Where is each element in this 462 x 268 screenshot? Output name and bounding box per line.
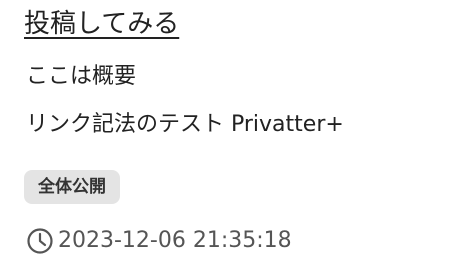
- post-title-link[interactable]: 投稿してみる: [24, 4, 179, 44]
- visibility-badge: 全体公開: [24, 170, 120, 204]
- post-body: リンク記法のテスト Privatter+: [26, 112, 344, 137]
- post-timestamp: 2023-12-06 21:35:18: [26, 226, 292, 256]
- timestamp-text: 2023-12-06 21:35:18: [58, 228, 292, 253]
- post-card: 投稿してみる ここは概要 リンク記法のテスト Privatter+ 全体公開 2…: [0, 0, 462, 268]
- post-summary: ここは概要: [26, 64, 137, 89]
- clock-icon: [26, 227, 54, 255]
